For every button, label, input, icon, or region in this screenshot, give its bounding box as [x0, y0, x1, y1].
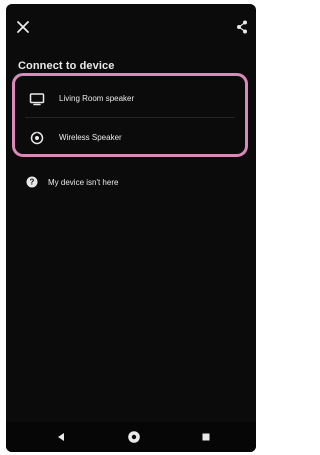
device-list: Living Room speaker Wireless Speaker: [12, 73, 248, 157]
device-not-listed-label: My device isn't here: [48, 177, 119, 187]
recent-apps-icon[interactable]: [201, 432, 211, 442]
tv-icon: [29, 92, 45, 105]
device-row-living-room-speaker[interactable]: Living Room speaker: [15, 79, 245, 118]
device-label: Wireless Speaker: [59, 133, 122, 142]
close-icon[interactable]: [16, 20, 30, 34]
system-navigation-bar: [6, 422, 256, 452]
device-label: Living Room speaker: [59, 94, 135, 103]
back-icon[interactable]: [56, 432, 66, 442]
device-not-listed[interactable]: ? My device isn't here: [26, 176, 118, 188]
svg-text:?: ?: [30, 178, 35, 187]
device-row-wireless-speaker[interactable]: Wireless Speaker: [15, 118, 245, 154]
help-icon: ?: [26, 176, 38, 188]
speaker-icon: [30, 131, 44, 144]
page-title: Connect to device: [18, 60, 115, 72]
share-icon[interactable]: [236, 20, 248, 34]
app-screen: Connect to device Living Room speaker Wi…: [6, 4, 256, 452]
home-icon[interactable]: [127, 430, 141, 444]
